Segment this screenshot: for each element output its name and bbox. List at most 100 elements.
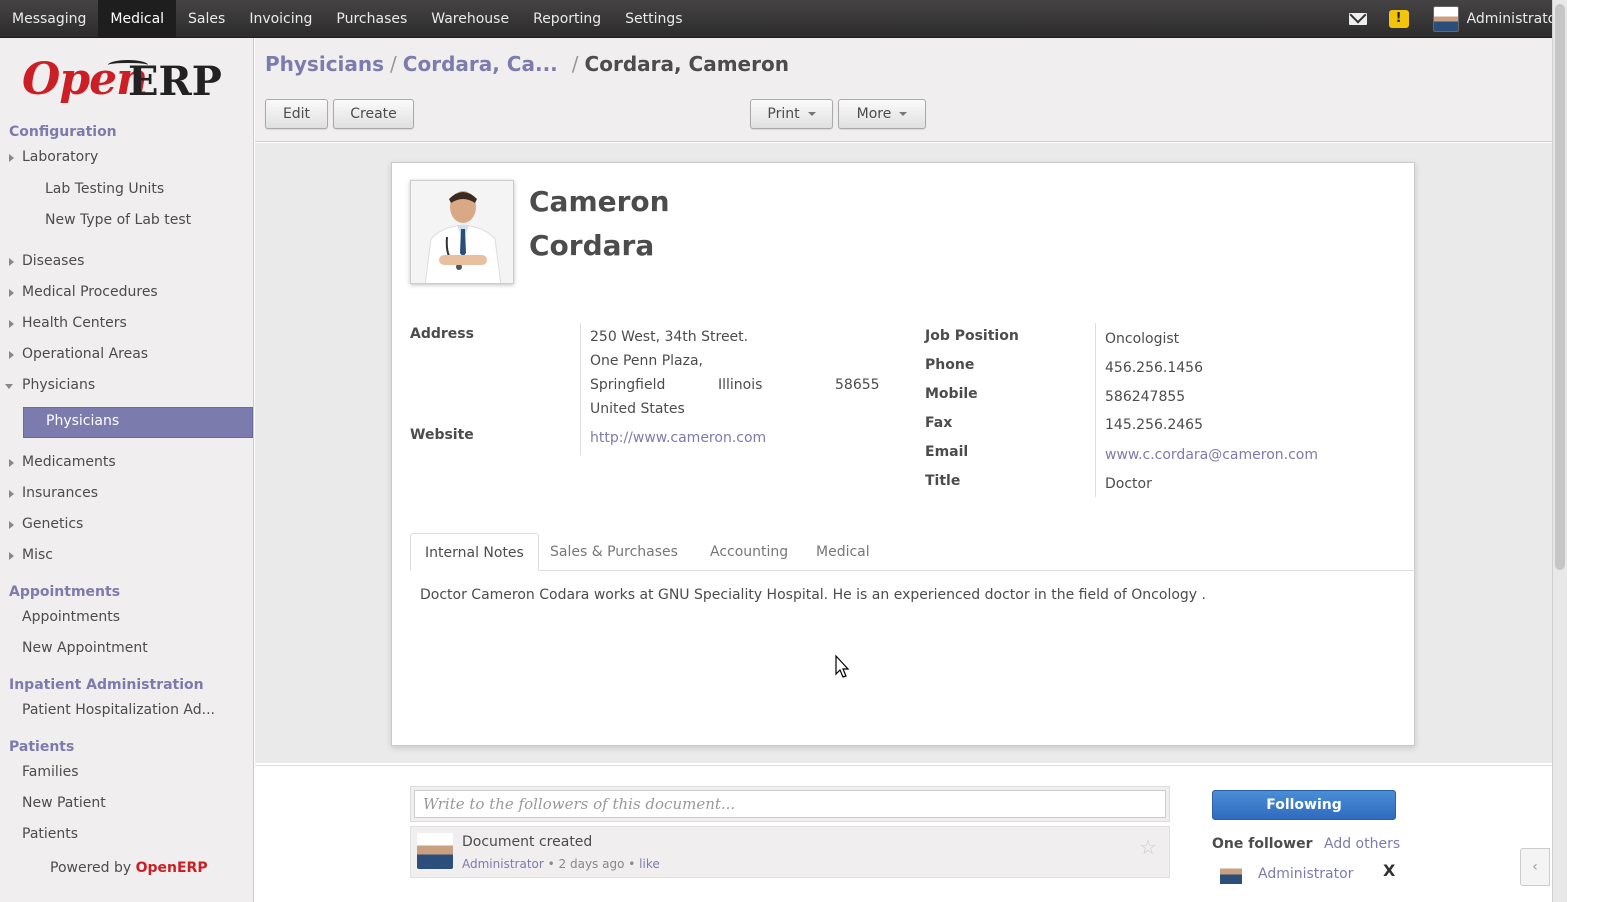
edit-button[interactable]: Edit bbox=[265, 99, 328, 129]
title-field: Doctor bbox=[1105, 476, 1152, 492]
country-field: United States bbox=[590, 401, 685, 417]
expand-icon[interactable] bbox=[9, 459, 14, 467]
tab-medical[interactable]: Medical bbox=[802, 533, 884, 571]
notebook-tabs: Internal Notes Sales & Purchases Account… bbox=[410, 533, 1415, 571]
mail-icon[interactable] bbox=[1348, 13, 1367, 25]
star-icon[interactable]: ☆ bbox=[1139, 835, 1157, 859]
internal-notes-text: Doctor Cameron Codara works at GNU Speci… bbox=[420, 587, 1206, 603]
phone-label: Phone bbox=[925, 357, 975, 373]
sidebar-item-diseases[interactable]: Diseases bbox=[22, 253, 84, 269]
menu-sales[interactable]: Sales bbox=[176, 0, 237, 38]
expand-icon[interactable] bbox=[9, 552, 14, 560]
following-button[interactable]: Following bbox=[1212, 790, 1396, 820]
email-link[interactable]: www.c.cordara@cameron.com bbox=[1105, 447, 1318, 463]
menu-settings[interactable]: Settings bbox=[613, 0, 694, 38]
section-inpatient: Inpatient Administration bbox=[9, 677, 204, 693]
website-link[interactable]: http://www.cameron.com bbox=[590, 430, 766, 446]
tab-sales-purchases[interactable]: Sales & Purchases bbox=[536, 533, 692, 571]
sidebar-item-new-lab-test-type[interactable]: New Type of Lab test bbox=[45, 212, 191, 228]
sidebar-item-appointments[interactable]: Appointments bbox=[22, 609, 120, 625]
menu-warehouse[interactable]: Warehouse bbox=[419, 0, 521, 38]
sidebar-item-patient-hospitalization[interactable]: Patient Hospitalization Ad... bbox=[22, 702, 215, 718]
message-item: Document created Administrator • 2 days … bbox=[410, 826, 1170, 878]
author-avatar bbox=[417, 833, 453, 869]
expand-icon[interactable] bbox=[9, 154, 14, 162]
expand-icon[interactable] bbox=[9, 490, 14, 498]
expand-icon[interactable] bbox=[9, 320, 14, 328]
physician-photo[interactable] bbox=[410, 180, 514, 284]
expand-icon[interactable] bbox=[9, 521, 14, 529]
collapse-icon[interactable] bbox=[5, 384, 13, 389]
sidebar-item-new-appointment[interactable]: New Appointment bbox=[22, 640, 148, 656]
sidebar-item-patients[interactable]: Patients bbox=[22, 826, 78, 842]
menu-messaging[interactable]: Messaging bbox=[0, 0, 98, 38]
openerp-logo[interactable]: Open ERP bbox=[22, 54, 232, 110]
sidebar-item-laboratory[interactable]: Laboratory bbox=[22, 149, 98, 165]
chevron-left-icon[interactable]: ‹ bbox=[1520, 848, 1550, 886]
user-area: ! Administrator bbox=[1348, 0, 1578, 38]
fax-label: Fax bbox=[925, 415, 953, 431]
page-title: Cordara, Cameron bbox=[584, 52, 789, 76]
street-field: 250 West, 34th Street. bbox=[590, 329, 749, 345]
divider bbox=[1095, 323, 1096, 497]
logo-erp-text: ERP bbox=[128, 58, 222, 105]
message-author[interactable]: Administrator bbox=[462, 857, 544, 871]
sidebar-item-operational-areas[interactable]: Operational Areas bbox=[22, 346, 148, 362]
tab-internal-notes[interactable]: Internal Notes bbox=[410, 533, 539, 571]
menu-purchases[interactable]: Purchases bbox=[324, 0, 419, 38]
expand-icon[interactable] bbox=[9, 351, 14, 359]
breadcrumb: Physicians / Cordara, Ca... / Cordara, Camer… bbox=[265, 52, 789, 76]
menu-invoicing[interactable]: Invoicing bbox=[237, 0, 324, 38]
expand-icon[interactable] bbox=[9, 258, 14, 266]
breadcrumb-physicians[interactable]: Physicians bbox=[265, 52, 384, 76]
remove-follower-icon[interactable]: X bbox=[1383, 861, 1395, 880]
street2-field: One Penn Plaza, bbox=[590, 353, 703, 369]
sidebar-item-insurances[interactable]: Insurances bbox=[22, 485, 98, 501]
job-position-label: Job Position bbox=[925, 328, 1019, 344]
city-field: Springfield bbox=[590, 377, 666, 393]
follower-avatar bbox=[1220, 860, 1242, 884]
last-name: Cordara bbox=[529, 229, 655, 262]
sidebar-item-lab-testing-units[interactable]: Lab Testing Units bbox=[45, 181, 164, 197]
user-avatar[interactable] bbox=[1432, 6, 1459, 32]
scrollbar-thumb[interactable] bbox=[1555, 4, 1565, 570]
sidebar-item-families[interactable]: Families bbox=[22, 764, 79, 780]
message-time: 2 days ago bbox=[558, 857, 625, 871]
vertical-scrollbar[interactable] bbox=[1552, 0, 1567, 902]
print-button[interactable]: Print bbox=[750, 99, 833, 129]
tab-accounting[interactable]: Accounting bbox=[696, 533, 802, 571]
doctor-portrait-icon bbox=[411, 181, 513, 283]
zip-field: 58655 bbox=[835, 377, 880, 393]
add-others-link[interactable]: Add others bbox=[1324, 836, 1400, 852]
powered-by-text: Powered by bbox=[50, 860, 132, 876]
create-button[interactable]: Create bbox=[333, 99, 414, 129]
sidebar-item-medical-procedures[interactable]: Medical Procedures bbox=[22, 284, 158, 300]
user-name: Administrator bbox=[1466, 11, 1562, 27]
mobile-label: Mobile bbox=[925, 386, 978, 402]
sidebar-item-misc[interactable]: Misc bbox=[22, 547, 53, 563]
breadcrumb-cordara[interactable]: Cordara, Ca... bbox=[403, 52, 558, 76]
like-link[interactable]: like bbox=[639, 857, 660, 871]
title-label: Title bbox=[925, 473, 961, 489]
warning-icon[interactable]: ! bbox=[1388, 10, 1409, 28]
powered-by-link[interactable]: OpenERP bbox=[136, 860, 208, 876]
view-header: Physicians / Cordara, Ca... / Cordara, Camer… bbox=[255, 38, 1552, 142]
section-configuration: Configuration bbox=[9, 124, 117, 140]
more-button[interactable]: More bbox=[838, 99, 926, 129]
expand-icon[interactable] bbox=[9, 289, 14, 297]
menu-reporting[interactable]: Reporting bbox=[521, 0, 613, 38]
sidebar-item-medicaments[interactable]: Medicaments bbox=[22, 454, 116, 470]
menu-medical[interactable]: Medical bbox=[98, 0, 177, 38]
form-sheet: Cameron Cordara Address 250 West, 34th S… bbox=[391, 162, 1415, 746]
message-input[interactable] bbox=[414, 790, 1166, 818]
website-label: Website bbox=[410, 427, 474, 443]
sidebar-item-health-centers[interactable]: Health Centers bbox=[22, 315, 127, 331]
sidebar-item-physicians[interactable]: Physicians bbox=[23, 407, 253, 438]
powered-by: Powered by OpenERP bbox=[50, 860, 208, 876]
sidebar-item-genetics[interactable]: Genetics bbox=[22, 516, 83, 532]
divider bbox=[580, 323, 581, 455]
sidebar-item-new-patient[interactable]: New Patient bbox=[22, 795, 106, 811]
follower-name[interactable]: Administrator bbox=[1258, 866, 1353, 882]
sidebar-item-physicians-group[interactable]: Physicians bbox=[22, 377, 95, 393]
fax-field: 145.256.2465 bbox=[1105, 417, 1203, 433]
